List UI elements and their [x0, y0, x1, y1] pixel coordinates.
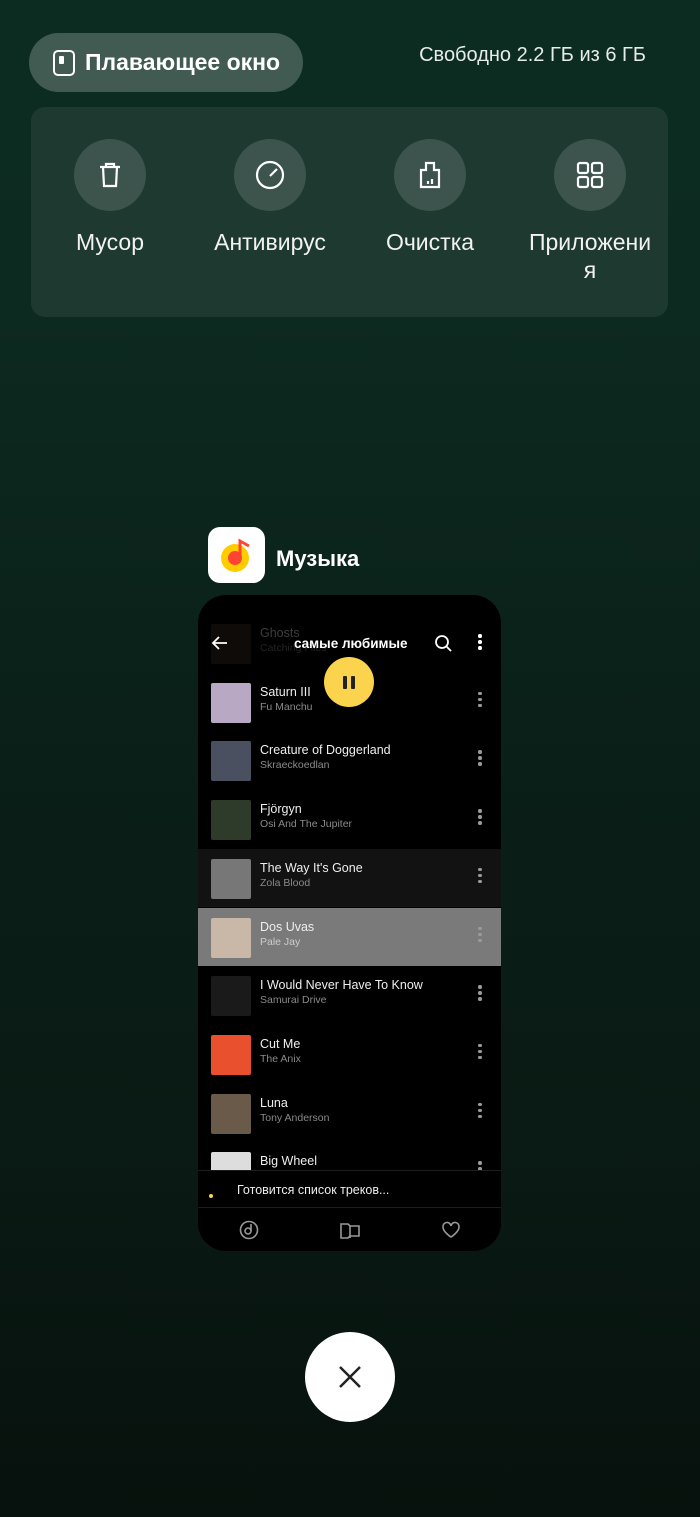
track-artist: Osi And The Jupiter: [260, 818, 353, 831]
album-art: [211, 800, 251, 841]
track-title: Big Wheel: [260, 1154, 317, 1169]
track-title: Fjörgyn: [260, 802, 302, 817]
album-art: [211, 1034, 251, 1075]
bottom-nav: [198, 1209, 501, 1251]
track-artist: Pale Jay: [260, 935, 301, 948]
tool-label: Антивирус: [214, 229, 326, 255]
track-more-icon[interactable]: [478, 867, 482, 886]
my-vibe-icon[interactable]: [239, 1220, 259, 1240]
library-icon[interactable]: [340, 1220, 360, 1240]
tool-apps[interactable]: Приложени я: [515, 139, 665, 284]
more-icon[interactable]: [478, 634, 482, 652]
track-artist: Tony Anderson: [260, 1111, 330, 1124]
tool-antivirus[interactable]: Антивирус: [195, 139, 345, 256]
track-title: Luna: [260, 1095, 288, 1110]
loading-dot-icon: [209, 1194, 213, 1198]
track-row[interactable]: Dos Uvas Pale Jay: [198, 907, 501, 967]
album-art: [211, 858, 251, 899]
app-title: Музыка: [276, 546, 360, 571]
track-more-icon[interactable]: [478, 1102, 482, 1121]
track-artist: Fu Manchu: [260, 700, 313, 713]
track-title: The Way It's Gone: [260, 860, 363, 875]
track-row[interactable]: Fjörgyn Osi And The Jupiter: [198, 790, 501, 849]
album-art: [211, 682, 251, 723]
album-art: [211, 976, 251, 1017]
tool-trash[interactable]: Мусор: [35, 139, 185, 256]
track-title: I Would Never Have To Know: [260, 978, 423, 993]
track-title: Creature of Doggerland: [260, 743, 391, 758]
track-more-icon[interactable]: [478, 1043, 482, 1062]
track-more-icon[interactable]: [478, 985, 482, 1003]
track-row[interactable]: Cut Me The Anix: [198, 1025, 501, 1084]
track-artist: Zola Blood: [260, 876, 311, 889]
search-icon[interactable]: [434, 634, 452, 652]
track-artist: Samurai Drive: [260, 994, 327, 1007]
track-more-icon[interactable]: [478, 691, 482, 710]
track-row[interactable]: Luna Tony Anderson: [198, 1084, 501, 1143]
track-more-icon[interactable]: [478, 926, 482, 945]
playlist-title: самые любимые: [294, 636, 408, 651]
pause-button[interactable]: [324, 657, 374, 707]
track-more-icon[interactable]: [478, 809, 482, 827]
status-bar: Готовится список треков...: [198, 1170, 501, 1208]
track-title: Saturn III: [260, 684, 311, 699]
tools-panel: Мусор Антивирус Очистка Приложени я: [31, 107, 668, 317]
track-row[interactable]: Creature of Doggerland Skraeckoedlan: [198, 731, 501, 790]
floating-window-icon: [53, 49, 75, 76]
cleanup-icon: [419, 161, 441, 189]
yandex-music-icon[interactable]: [208, 527, 265, 583]
heart-icon[interactable]: [441, 1220, 461, 1240]
trash-icon: [100, 162, 120, 188]
music-app-preview[interactable]: Ghosts Catching Flies Saturn III Fu Manc…: [198, 595, 501, 1251]
floating-window-button[interactable]: Плавающее окно: [29, 33, 303, 92]
close-all-button[interactable]: [305, 1332, 395, 1422]
floating-window-label: Плавающее окно: [85, 49, 281, 75]
track-title: Cut Me: [260, 1036, 301, 1051]
track-row[interactable]: I Would Never Have To Know Samurai Drive: [198, 966, 501, 1025]
track-row[interactable]: The Way It's Gone Zola Blood: [198, 848, 501, 908]
antivirus-icon: [255, 160, 285, 190]
track-more-icon[interactable]: [478, 750, 482, 768]
close-icon: [339, 1366, 361, 1388]
tool-cleanup[interactable]: Очистка: [355, 139, 505, 256]
album-art: [211, 917, 251, 958]
tool-label: Мусор: [75, 229, 144, 255]
tool-label: Очистка: [385, 229, 475, 255]
track-artist: Skraeckoedlan: [260, 759, 330, 772]
track-title: Dos Uvas: [260, 919, 315, 934]
back-arrow-icon[interactable]: [211, 634, 229, 652]
tool-label: Приложени я: [528, 229, 652, 283]
apps-grid-icon: [576, 161, 604, 189]
status-text: Готовится список треков...: [237, 1183, 390, 1197]
memory-status: Свободно 2.2 ГБ из 6 ГБ: [419, 44, 646, 66]
track-artist: The Anix: [260, 1052, 301, 1065]
music-header: самые любимые: [198, 631, 501, 655]
album-art: [211, 741, 251, 782]
album-art: [211, 1093, 251, 1134]
